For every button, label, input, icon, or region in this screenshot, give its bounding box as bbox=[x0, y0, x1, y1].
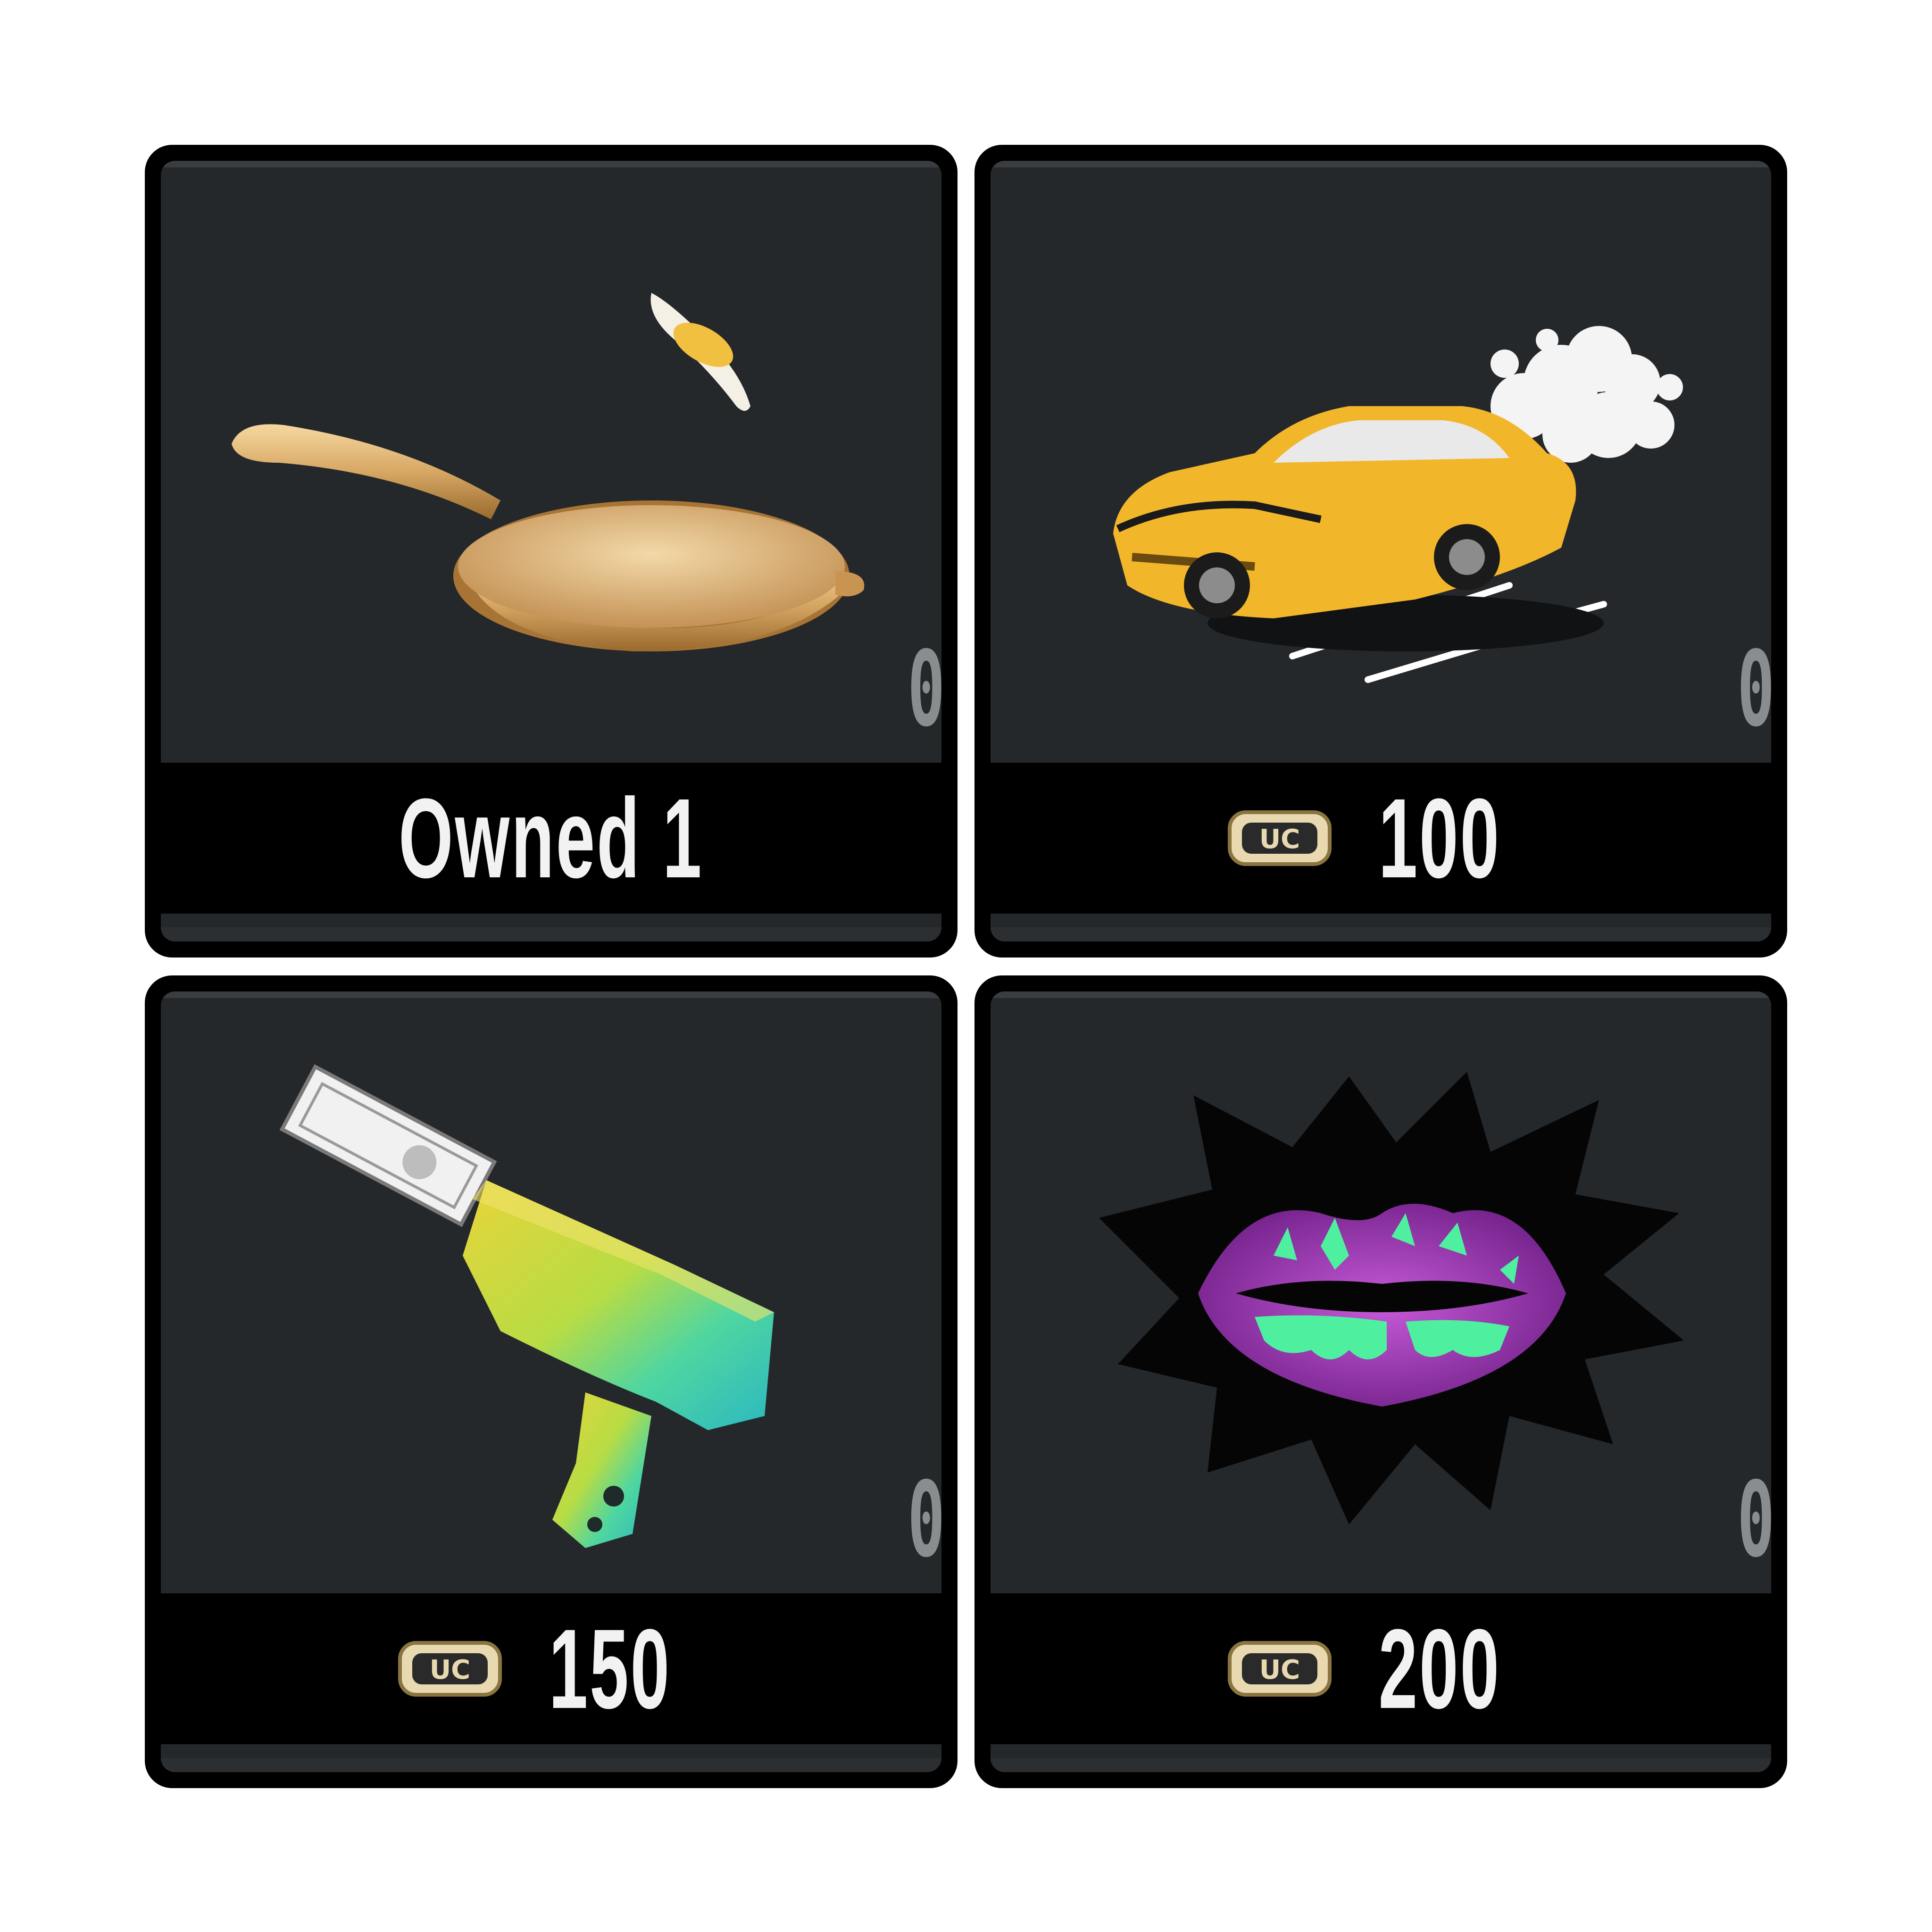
price-group: UC 150 bbox=[393, 1604, 708, 1734]
price-value: 200 bbox=[1378, 1606, 1501, 1732]
price-bar[interactable]: UC 100 bbox=[991, 763, 1771, 914]
uc-currency-icon: UC bbox=[398, 1641, 502, 1697]
price-bar[interactable]: UC 200 bbox=[991, 1593, 1771, 1744]
item-card-yellow-car[interactable]: 0 UC 100 bbox=[974, 145, 1787, 958]
frying-pan-icon bbox=[161, 161, 941, 760]
svg-text:UC: UC bbox=[430, 1655, 471, 1685]
lips-icon bbox=[991, 991, 1771, 1591]
card-bottom-edge bbox=[991, 1758, 1771, 1772]
money-gun-icon bbox=[161, 991, 941, 1591]
price-bar[interactable]: UC 150 bbox=[161, 1593, 941, 1744]
item-card-inner: 0 UC 200 bbox=[991, 991, 1771, 1772]
car-icon bbox=[991, 161, 1771, 760]
item-card-inner: 0/ UC 150 bbox=[161, 991, 941, 1772]
item-count-label: 0/ bbox=[908, 637, 941, 741]
item-card-inner: 0 UC 100 bbox=[991, 161, 1771, 941]
card-bottom-edge bbox=[161, 1758, 941, 1772]
item-count-label: 0 bbox=[1737, 1468, 1771, 1572]
price-bar[interactable]: Owned 1 bbox=[161, 763, 941, 914]
price-value: 150 bbox=[549, 1606, 672, 1732]
item-card-purple-lips[interactable]: 0 UC 200 bbox=[974, 975, 1787, 1788]
svg-text:UC: UC bbox=[1259, 824, 1300, 855]
card-bottom-edge bbox=[991, 927, 1771, 941]
item-card-money-gun[interactable]: 0/ UC 150 bbox=[145, 975, 958, 1788]
price-value: 100 bbox=[1378, 775, 1501, 901]
price-group: UC 200 bbox=[1223, 1604, 1538, 1734]
uc-currency-icon: UC bbox=[1228, 1641, 1332, 1697]
item-card-inner: 0/ Owned 1 bbox=[161, 161, 941, 941]
item-card-golden-pan[interactable]: 0/ Owned 1 bbox=[145, 145, 958, 958]
item-count-label: 0/ bbox=[908, 1468, 941, 1572]
svg-text:UC: UC bbox=[1259, 1655, 1300, 1685]
item-count-label: 0 bbox=[1737, 637, 1771, 741]
card-bottom-edge bbox=[161, 927, 941, 941]
price-group: UC 100 bbox=[1223, 773, 1538, 903]
uc-currency-icon: UC bbox=[1228, 810, 1332, 866]
owned-label: Owned 1 bbox=[399, 775, 704, 901]
